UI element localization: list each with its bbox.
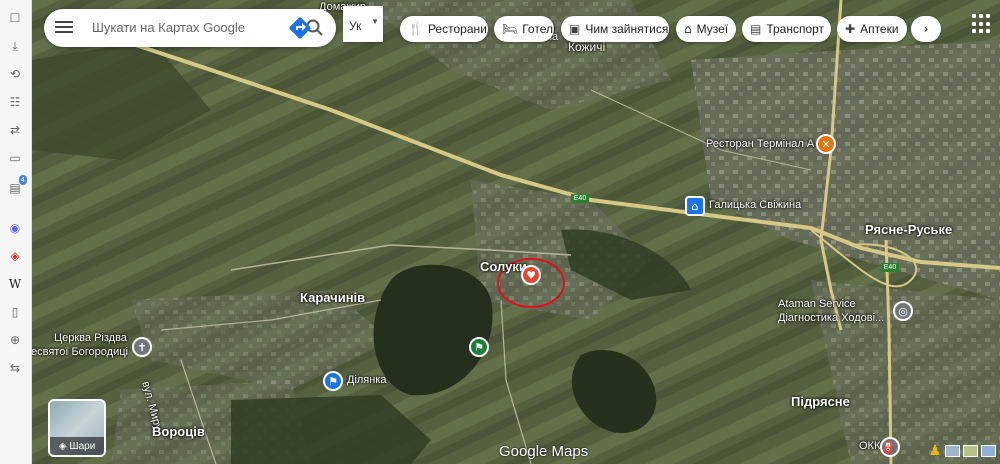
- label-vorotsiv[interactable]: Вороців: [152, 424, 205, 439]
- layer-thumb-1[interactable]: [945, 444, 960, 457]
- notes-icon[interactable]: ▤ 4: [5, 175, 27, 198]
- history-icon[interactable]: ⟲: [5, 64, 25, 84]
- label-dilyanka[interactable]: Ділянка: [347, 374, 387, 386]
- google-apps-icon[interactable]: [972, 14, 992, 34]
- download-icon[interactable]: ⤓: [5, 36, 25, 56]
- map-canvas[interactable]: E40 E40 Домажир вальна Кожичі Ресторан Т…: [31, 0, 1000, 464]
- restaurant-pin-icon[interactable]: ✕: [816, 134, 836, 154]
- label-ryasne-ruske[interactable]: Рясне-Руське: [865, 222, 952, 237]
- camera-icon: ▣: [569, 22, 581, 36]
- chip-restaurants[interactable]: 🍴 Ресторани: [400, 16, 488, 42]
- chip-transport[interactable]: ▤ Транспорт: [742, 16, 831, 42]
- add-panel-icon[interactable]: ⊕: [5, 330, 25, 350]
- sync-icon[interactable]: ⇆: [5, 358, 25, 378]
- browser-sidebar: ☐ ⤓ ⟲ ☷ ⇄ ▭ ▤ 4 ◉ ◈ W ▯ ⊕ ⇆: [0, 0, 32, 464]
- gas-station-pin-icon[interactable]: ⛽: [880, 437, 900, 457]
- mastodon-icon[interactable]: ◉: [5, 218, 25, 238]
- chevron-down-icon: ▼: [371, 17, 379, 26]
- bus-icon: ▤: [750, 22, 762, 36]
- museum-icon: ⌂: [684, 22, 692, 36]
- e40-label-b: E40: [883, 264, 897, 271]
- pegman-icon[interactable]: ♟: [928, 441, 942, 461]
- label-pidryasne[interactable]: Підрясне: [791, 394, 850, 409]
- reading-list-icon[interactable]: ☷: [5, 92, 25, 112]
- label-kozhychi[interactable]: Кожичі: [568, 40, 605, 54]
- chip-label: Аптеки: [860, 22, 899, 36]
- chip-pharmacies[interactable]: ✚ Аптеки: [837, 16, 907, 42]
- chip-label: Ресторани: [427, 22, 487, 36]
- layers-text: Шари: [69, 440, 96, 452]
- satellite-imagery: [31, 0, 1000, 464]
- shop-pin-icon[interactable]: ⌂: [685, 196, 705, 216]
- search-placeholder[interactable]: Шукати на Картах Google: [92, 20, 245, 35]
- chip-label: Чим зайнятися: [585, 22, 669, 36]
- chip-label: Транспорт: [766, 22, 825, 36]
- language-value: Ук: [349, 19, 362, 33]
- bottom-right-controls: ♟: [928, 437, 1000, 464]
- document-icon[interactable]: ▯: [5, 302, 25, 322]
- e40-label-a: E40: [573, 195, 587, 202]
- plot-pin-icon[interactable]: ⚑: [323, 371, 343, 391]
- label-ataman-line2[interactable]: Діагностика Ходові...: [778, 312, 884, 324]
- layers-icon: ◈: [58, 440, 67, 452]
- google-maps-logo: Google Maps: [499, 443, 589, 460]
- chips-next-button[interactable]: ›: [911, 16, 941, 42]
- layers-label: ◈ Шари: [50, 437, 104, 455]
- chip-things-to-do[interactable]: ▣ Чим зайнятися: [561, 16, 669, 42]
- bed-icon: 🛏: [502, 22, 518, 36]
- chip-hotels[interactable]: 🛏 Готелі: [494, 16, 556, 42]
- label-karachyniv[interactable]: Карачинів: [300, 290, 365, 305]
- church-pin-icon[interactable]: ✝: [132, 337, 152, 357]
- fork-knife-icon: 🍴: [408, 22, 423, 36]
- bookmark-icon[interactable]: ☐: [5, 8, 25, 28]
- menu-icon[interactable]: [54, 18, 74, 38]
- label-halytska[interactable]: Галицька Свіжина: [709, 199, 801, 211]
- pharmacy-icon: ✚: [845, 22, 856, 36]
- language-select[interactable]: Ук ▼: [343, 6, 383, 42]
- label-church-line2[interactable]: есвятої Богородиці: [31, 346, 128, 358]
- service-pin-icon[interactable]: ◎: [893, 301, 913, 321]
- layers-button[interactable]: ◈ Шари: [48, 399, 106, 457]
- search-box[interactable]: Шукати на Картах Google: [44, 9, 336, 47]
- wikipedia-icon[interactable]: W: [5, 274, 25, 294]
- label-solukhy[interactable]: Солуки: [480, 259, 527, 274]
- notes-badge: 4: [18, 175, 27, 185]
- layer-thumb-2[interactable]: [963, 444, 978, 457]
- label-ataman-line1[interactable]: Ataman Service: [778, 298, 856, 310]
- label-restaurant-terminal[interactable]: Ресторан Термінал А: [706, 138, 814, 150]
- layer-thumb-3[interactable]: [981, 444, 996, 457]
- chip-museums[interactable]: ⌂ Музеї: [676, 16, 736, 42]
- chevron-right-icon: ›: [923, 22, 929, 36]
- chip-label: Музеї: [696, 22, 729, 36]
- wallet-icon[interactable]: ▭: [5, 148, 25, 168]
- label-church-line1[interactable]: Церква Різдва: [54, 332, 127, 344]
- flag-pin-icon[interactable]: ⚑: [469, 337, 489, 357]
- saved-place-heart-icon[interactable]: ♥: [521, 265, 541, 285]
- vivaldi-icon[interactable]: ◈: [5, 246, 25, 266]
- translate-icon[interactable]: ⇄: [5, 120, 25, 140]
- directions-icon[interactable]: [286, 14, 314, 42]
- chip-label: Готелі: [522, 22, 556, 36]
